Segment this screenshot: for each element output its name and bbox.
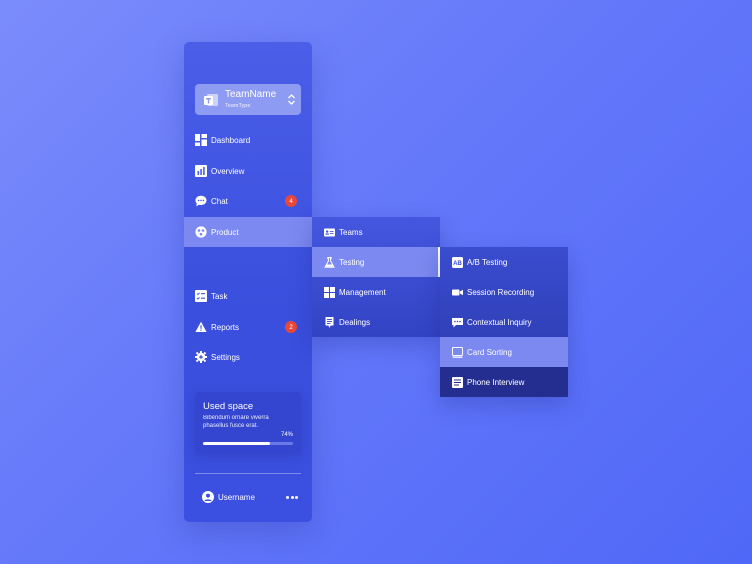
submenu-item-card-sorting[interactable]: Card Sorting — [440, 337, 568, 367]
grid-icon — [324, 286, 335, 298]
submenu-item-teams[interactable]: Teams — [312, 217, 440, 247]
id-card-icon — [324, 228, 335, 236]
nav-label: Settings — [211, 352, 240, 362]
used-space-percent: 74% — [280, 432, 293, 438]
flask-icon — [324, 256, 335, 268]
product-icon — [195, 226, 207, 238]
divider — [195, 473, 301, 474]
submenu-label: Testing — [339, 257, 365, 267]
user-profile[interactable]: Username — [202, 491, 255, 503]
nav-item-dashboard[interactable]: Dashboard — [184, 125, 312, 155]
submenu-item-management[interactable]: Management — [312, 277, 440, 307]
nav-item-settings[interactable]: Settings — [184, 342, 312, 372]
submenu-item-dealings[interactable]: Dealings — [312, 307, 440, 337]
used-space-progress-fill — [203, 442, 270, 445]
username: Username — [218, 492, 255, 502]
teams-logo-icon — [204, 94, 218, 106]
team-name: TeamName — [225, 89, 277, 100]
submenu-item-testing[interactable]: Testing — [312, 247, 440, 277]
submenu-label: Phone Interview — [467, 377, 525, 387]
task-list-icon — [195, 290, 207, 302]
card-icon — [452, 346, 463, 358]
nav-item-product[interactable]: Product — [184, 217, 312, 247]
used-space-progress-bar — [203, 442, 293, 445]
submenu-item-session-recording[interactable]: Session Recording — [440, 277, 568, 307]
document-icon — [325, 316, 334, 328]
nav-label: Task — [211, 291, 228, 301]
reports-badge: 2 — [285, 321, 297, 333]
testing-submenu: AB A/B Testing Session Recording Context… — [440, 247, 568, 397]
used-space-card: Used space Bibendum ornare viverra phase… — [195, 392, 301, 452]
gear-icon — [195, 351, 207, 363]
nav-label: Overview — [211, 166, 245, 176]
nav-item-reports[interactable]: Reports 2 — [184, 312, 312, 342]
submenu-label: Teams — [339, 227, 363, 237]
chat-bubble-icon — [195, 195, 207, 207]
nav-label: Product — [211, 227, 239, 237]
used-space-title: Used space — [203, 401, 254, 412]
used-space-description: Bibendum ornare viverra phasellus fusce … — [203, 415, 269, 429]
submenu-item-phone-interview[interactable]: Phone Interview — [440, 367, 568, 397]
bar-chart-icon — [195, 165, 207, 177]
chevron-updown-icon[interactable] — [287, 93, 296, 106]
nav-item-chat[interactable]: Chat 4 — [184, 186, 312, 216]
submenu-item-ab-testing[interactable]: AB A/B Testing — [440, 247, 568, 277]
user-avatar-icon — [202, 491, 214, 503]
submenu-label: Card Sorting — [467, 347, 512, 357]
video-camera-icon — [452, 289, 463, 295]
nav-label: Chat — [211, 196, 228, 206]
submenu-item-contextual-inquiry[interactable]: Contextual Inquiry — [440, 307, 568, 337]
warning-icon — [195, 321, 207, 332]
more-options-icon[interactable] — [286, 492, 298, 502]
nav-item-overview[interactable]: Overview — [184, 156, 312, 186]
submenu-label: Contextual Inquiry — [467, 317, 532, 327]
sidebar: TeamName TeamType Dashboard Overview Cha… — [184, 42, 312, 522]
chat-badge: 4 — [285, 195, 297, 207]
submenu-label: Session Recording — [467, 287, 535, 297]
submenu-label: Dealings — [339, 317, 371, 327]
product-submenu: Teams Testing Management Dealings — [312, 217, 440, 337]
submenu-label: Management — [339, 287, 386, 297]
comment-icon — [452, 317, 463, 327]
ab-test-icon: AB — [452, 256, 463, 268]
nav-label: Reports — [211, 322, 240, 332]
team-type: TeamType — [225, 103, 251, 109]
dashboard-icon — [195, 134, 207, 146]
submenu-label: A/B Testing — [467, 257, 508, 267]
nav-label: Dashboard — [211, 135, 251, 145]
svg-text:AB: AB — [453, 260, 462, 266]
team-switcher[interactable]: TeamName TeamType — [195, 84, 301, 115]
nav-item-task[interactable]: Task — [184, 281, 312, 311]
notes-icon — [452, 376, 463, 388]
